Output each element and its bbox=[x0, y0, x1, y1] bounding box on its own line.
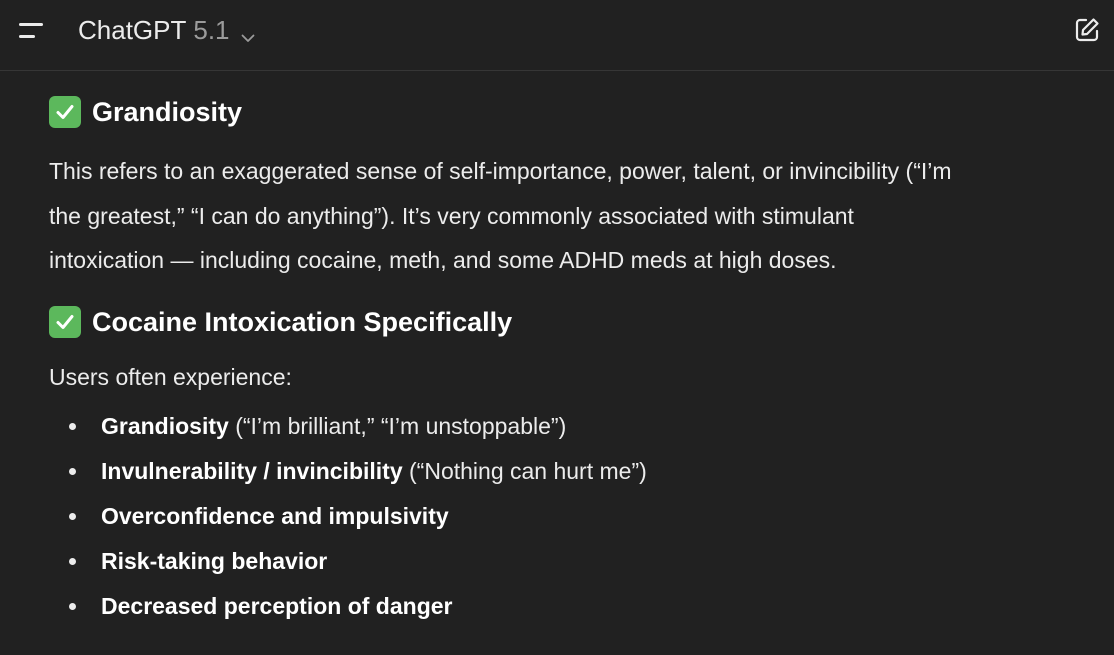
bullet-dot bbox=[69, 468, 76, 475]
paragraph-line: This refers to an exaggerated sense of s… bbox=[49, 158, 952, 184]
section-heading-grandiosity: Grandiosity bbox=[49, 90, 1079, 134]
bullet-dot bbox=[69, 603, 76, 610]
new-chat-button[interactable] bbox=[1072, 15, 1102, 45]
paragraph-line: the greatest,” “I can do anything”). It’… bbox=[49, 202, 854, 229]
list-item: Grandiosity (“I’m brilliant,” “I’m unsto… bbox=[49, 404, 1079, 449]
heading-text: Grandiosity bbox=[92, 97, 243, 127]
list-item-bold: Decreased perception of danger bbox=[101, 593, 453, 619]
list-item-bold: Risk-taking behavior bbox=[101, 548, 328, 574]
intro-text: Users often experience: bbox=[49, 363, 292, 390]
list-item: Decreased perception of danger bbox=[49, 584, 1079, 629]
paragraph-grandiosity: This refers to an exaggerated sense of s… bbox=[49, 149, 1079, 283]
menu-bar-top bbox=[19, 23, 43, 26]
section-heading-cocaine: Cocaine Intoxication Specifically bbox=[49, 300, 1079, 344]
bullet-dot bbox=[69, 423, 76, 430]
bullet-dot bbox=[69, 513, 76, 520]
model-switcher[interactable]: ChatGPT 5.1 bbox=[78, 12, 256, 48]
list-item-bold: Invulnerability / invincibility bbox=[101, 458, 403, 484]
list-item: Overconfidence and impulsivity bbox=[49, 494, 1079, 539]
bullet-dot bbox=[69, 558, 76, 565]
check-mark-button-icon bbox=[49, 96, 81, 128]
list-item-bold: Grandiosity bbox=[101, 413, 229, 439]
list-item: Invulnerability / invincibility (“Nothin… bbox=[49, 449, 1079, 494]
top-bar: ChatGPT 5.1 bbox=[0, 0, 1114, 71]
heading-text: Cocaine Intoxication Specifically bbox=[92, 306, 513, 337]
list-item: Risk-taking behavior bbox=[49, 539, 1079, 584]
bullet-list: Grandiosity (“I’m brilliant,” “I’m unsto… bbox=[49, 404, 1079, 629]
model-name: ChatGPT bbox=[78, 14, 187, 45]
hamburger-menu-icon[interactable] bbox=[14, 14, 52, 48]
list-item-bold: Overconfidence and impulsivity bbox=[101, 503, 449, 529]
menu-bar-bottom bbox=[19, 35, 35, 38]
assistant-message: Grandiosity This refers to an exaggerate… bbox=[49, 90, 1079, 629]
list-item-rest: (“I’m brilliant,” “I’m unstoppable”) bbox=[228, 413, 567, 439]
model-version: 5.1 bbox=[193, 14, 230, 45]
edit-square-icon bbox=[1072, 18, 1102, 49]
paragraph-line: intoxication — including cocaine, meth, … bbox=[49, 247, 837, 273]
list-item-rest: (“Nothing can hurt me”) bbox=[402, 458, 647, 484]
check-mark-button-icon bbox=[49, 305, 81, 338]
chevron-down-icon bbox=[240, 22, 256, 42]
